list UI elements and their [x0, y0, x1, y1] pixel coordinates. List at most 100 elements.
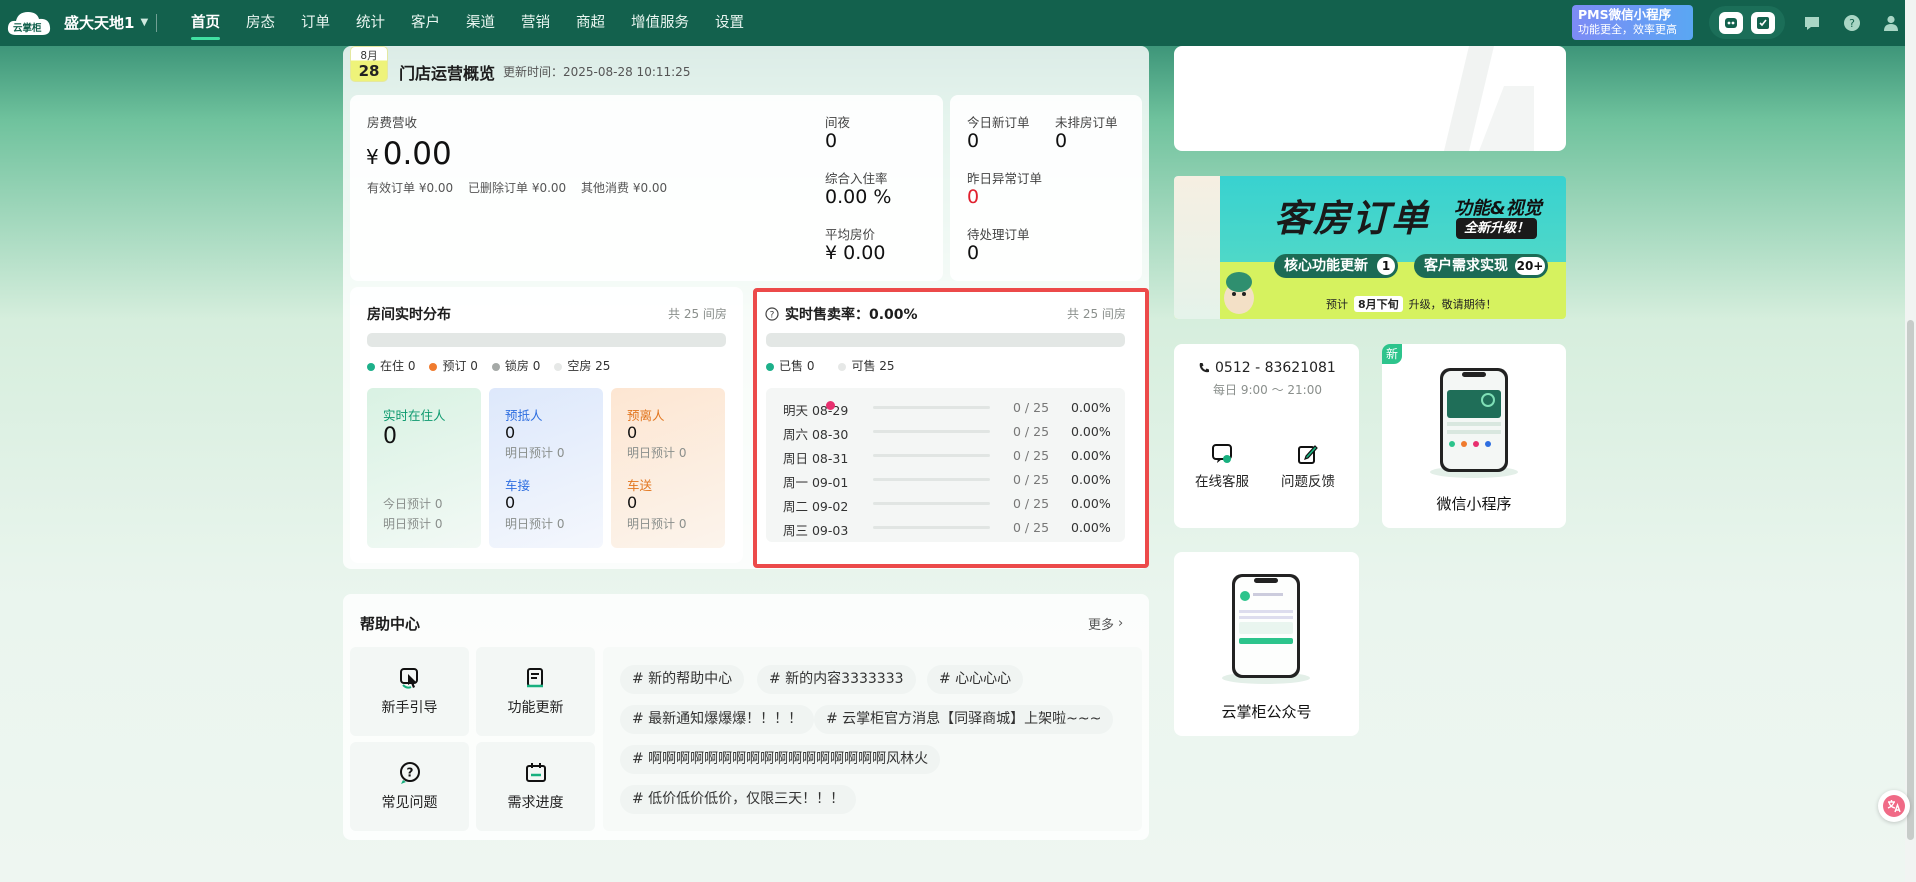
contact-phone[interactable]: 0512 - 83621081 [1198, 360, 1336, 376]
store-switcher[interactable]: 盛大天地1 ▼ [64, 12, 148, 33]
nav-divider [156, 14, 157, 32]
abnormal-orders-value[interactable]: 0 [967, 186, 979, 208]
menu-item-marketing[interactable]: 营销 [508, 0, 563, 46]
menu-item-store[interactable]: 商超 [563, 0, 618, 46]
forecast-progress-bar [873, 526, 990, 529]
chevron-right-icon: › [1118, 616, 1124, 631]
pickup-tomorrow: 明日预计 0 [505, 517, 565, 531]
sales-forecast-row: 周三 09-03 0 / 25 0.00% [766, 518, 1125, 538]
menu-item-channels[interactable]: 渠道 [453, 0, 508, 46]
forecast-progress-bar [873, 478, 990, 481]
occupancy-value: 0.00 % [825, 186, 892, 208]
departures-tile[interactable]: 预离人 0 明日预计 0 车送 0 明日预计 0 [611, 388, 725, 548]
update-icon [523, 665, 549, 691]
feedback-button[interactable]: 问题反馈 [1278, 442, 1338, 490]
arrivals-tomorrow: 明日预计 0 [505, 446, 565, 460]
help-tile-progress[interactable]: 需求进度 [476, 742, 595, 831]
svg-text:?: ? [406, 766, 413, 780]
forecast-progress-bar [873, 502, 990, 505]
banner-side [1174, 176, 1220, 319]
translate-float-button[interactable] [1878, 790, 1910, 822]
legend-locked: 锁房 0 [491, 357, 540, 374]
help-more-label: 更多 [1088, 618, 1115, 633]
menu-item-settings[interactable]: 设置 [702, 0, 757, 46]
occupied-tomorrow: 明日预计 0 [383, 517, 443, 531]
occupied-guests-tile[interactable]: 实时在住人 0 今日预计 0 明日预计 0 [367, 388, 481, 548]
pending-orders-value[interactable]: 0 [967, 242, 979, 264]
help-tag[interactable]: # 低价低价低价，仅限三天！！！ [620, 785, 857, 814]
sales-forecast-row: 周二 09-02 0 / 25 0.00% [766, 494, 1125, 514]
help-tag[interactable]: # 新的帮助中心 [620, 665, 745, 694]
help-more-link[interactable]: 更多 › [1088, 614, 1123, 633]
forecast-percent: 0.00% [1071, 496, 1111, 511]
quick-tools [1709, 6, 1785, 39]
occupied-guests-value: 0 [383, 424, 397, 449]
official-account-label: 云掌柜公众号 [1221, 703, 1312, 721]
room-order-upgrade-banner[interactable]: 客房订单 功能&视觉 全新升级！ 核心功能更新 1 客户需求实现 20+ 预计 … [1174, 176, 1566, 319]
help-tile-faq-label: 常见问题 [381, 795, 438, 811]
robot-icon[interactable] [1719, 11, 1743, 34]
room-dist-total: 共 25 间房 [668, 307, 727, 321]
online-service-button[interactable]: 在线客服 [1192, 442, 1252, 490]
date-month: 8月 [360, 50, 378, 62]
revenue-amount: ¥ 0.00 [366, 136, 452, 172]
menu-item-orders[interactable]: 订单 [288, 0, 343, 46]
help-tag[interactable]: # 新的内容3333333 [757, 665, 916, 694]
help-tag[interactable]: # 云掌柜官方消息【同驿商城】上架啦~~~ [814, 705, 1114, 734]
phone-icon [1198, 362, 1210, 374]
menu-item-room-status[interactable]: 房态 [233, 0, 288, 46]
scrollbar-track[interactable] [1905, 0, 1916, 882]
menu-item-stats[interactable]: 统计 [343, 0, 398, 46]
help-tile-updates[interactable]: 功能更新 [476, 647, 595, 736]
help-tag[interactable]: # 心心心心 [927, 665, 1024, 694]
departures-tomorrow: 明日预计 0 [627, 446, 687, 460]
room-dist-bar [367, 333, 726, 347]
translate-icon [1883, 795, 1905, 817]
question-circle-icon[interactable]: ? [765, 307, 779, 321]
menu-item-customers[interactable]: 客户 [398, 0, 453, 46]
help-tile-updates-label: 功能更新 [507, 700, 564, 716]
menu-item-value-added[interactable]: 增值服务 [618, 0, 702, 46]
menu-item-home[interactable]: 首页 [178, 0, 233, 46]
forecast-count: 0 / 25 [1013, 448, 1050, 463]
forecast-day: 周一 09-01 [783, 475, 849, 490]
brand-name: 云掌柜 [13, 23, 42, 34]
help-tile-guide[interactable]: 新手引导 [350, 647, 469, 736]
legend-occupied: 在住 0 [367, 357, 415, 374]
abnormal-orders-label[interactable]: 昨日异常订单 [967, 168, 1042, 187]
checklist-icon[interactable] [1751, 11, 1775, 34]
legend-dot-icon [491, 362, 500, 371]
unassigned-value[interactable]: 0 [1055, 130, 1067, 152]
room-nights-value: 0 [825, 130, 838, 152]
svg-text:?: ? [1849, 17, 1855, 30]
forecast-progress-bar [873, 406, 990, 409]
online-service-label: 在线客服 [1195, 474, 1249, 490]
contact-card: 0512 - 83621081 每日 9:00 ～ 21:00 在线客服 问题反… [1174, 344, 1359, 528]
scrollbar-thumb[interactable] [1907, 320, 1914, 840]
sales-rate-header: ? 实时售卖率：0.00% [765, 304, 918, 324]
help-tag[interactable]: # 啊啊啊啊啊啊啊啊啊啊啊啊啊啊啊啊啊风林火 [620, 745, 941, 774]
pms-miniprogram-promo[interactable]: PMS微信小程序 功能更全，效率更高 [1572, 5, 1693, 40]
unassigned-label[interactable]: 未排房订单 [1055, 112, 1118, 131]
sales-forecast-row: 周一 09-01 0 / 25 0.00% [766, 470, 1125, 490]
forecast-day: 明天 08-29 [783, 403, 849, 418]
new-orders-value[interactable]: 0 [967, 130, 979, 152]
brand-logo[interactable]: 云掌柜 [6, 7, 52, 39]
forecast-day: 周日 08-31 [783, 451, 849, 466]
user-icon[interactable] [1882, 14, 1900, 32]
adr-value: ¥ 0.00 [825, 242, 886, 264]
message-icon[interactable] [1803, 14, 1821, 32]
new-orders-label[interactable]: 今日新订单 [967, 112, 1030, 131]
banner-pill-2: 客户需求实现 20+ [1414, 254, 1548, 278]
legend-reserved: 预订 0 [429, 357, 478, 374]
forecast-percent: 0.00% [1071, 472, 1111, 487]
help-tag[interactable]: # 最新通知爆爆爆！！！！ [620, 705, 815, 734]
help-tile-faq[interactable]: ? 常见问题 [350, 742, 469, 831]
help-icon[interactable]: ? [1843, 14, 1861, 32]
arrivals-tile[interactable]: 预抵人 0 明日预计 0 车接 0 明日预计 0 [489, 388, 603, 548]
legend-sold: 已售 0 [766, 357, 814, 374]
pending-orders-label[interactable]: 待处理订单 [967, 224, 1030, 243]
wechat-miniprogram-card[interactable]: 新 微信小程序 [1382, 344, 1566, 528]
forecast-count: 0 / 25 [1013, 472, 1050, 487]
official-account-card[interactable]: 云掌柜公众号 [1174, 552, 1359, 736]
